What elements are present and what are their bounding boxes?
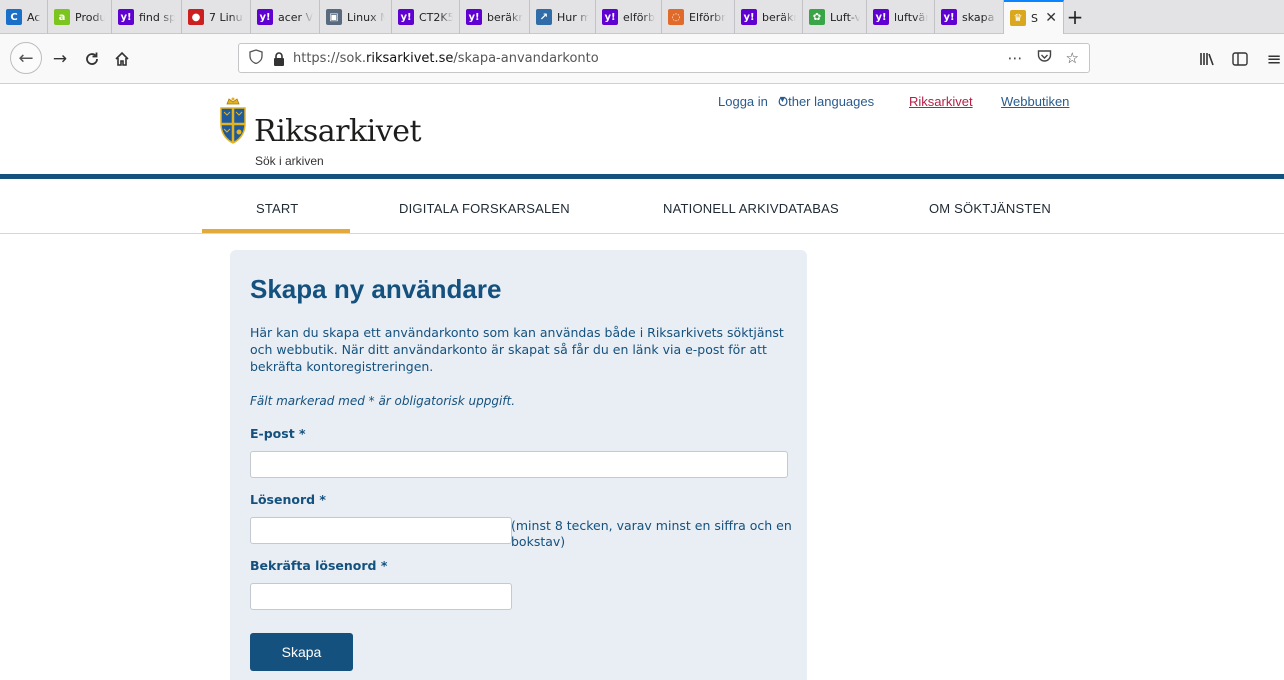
tab-favicon-icon: ◌ (668, 9, 684, 25)
browser-tab[interactable]: y! acer VA (251, 0, 320, 34)
menu-icon[interactable]: ≡ (1262, 47, 1284, 71)
nav-start[interactable]: START (256, 201, 298, 216)
site-logo-subtitle: Sök i arkiven (255, 154, 324, 168)
caret-down-icon: ▼ (778, 94, 787, 104)
url-bar[interactable]: https://sok.riksarkivet.se/skapa-anvanda… (238, 43, 1090, 73)
tab-favicon-icon: ✿ (809, 9, 825, 25)
browser-tab[interactable]: ✿ Luft-va (803, 0, 867, 34)
tab-title: Linux M (347, 10, 385, 24)
nav-om-soktjansten[interactable]: OM SÖKTJÄNSTEN (929, 201, 1051, 216)
password-hint: (minst 8 tecken, varav minst en siffra o… (511, 518, 792, 549)
browser-tab[interactable]: C Acer As (0, 0, 48, 34)
confirm-password-field[interactable] (250, 583, 512, 610)
reload-icon[interactable] (80, 47, 104, 71)
tab-title: acer VA (278, 10, 313, 24)
tab-title: beräkn (487, 10, 523, 24)
tab-favicon-icon: y! (941, 9, 957, 25)
tab-title: luftvär (894, 10, 928, 24)
browser-tab[interactable]: y! luftvär (867, 0, 935, 34)
tab-title: 7 Linux (209, 10, 244, 24)
site-header: Riksarkivet Sök i arkiven Logga in Other… (0, 84, 1284, 174)
tab-favicon-icon: y! (602, 9, 618, 25)
password-label: Lösenord * (250, 492, 326, 507)
main-navigation: START DIGITALA FORSKARSALEN NATIONELL AR… (0, 179, 1284, 234)
more-icon[interactable]: ⋯ (1008, 49, 1023, 67)
active-nav-indicator (202, 229, 350, 233)
library-icon[interactable] (1196, 47, 1220, 71)
pocket-icon[interactable] (1037, 49, 1052, 67)
browser-tab[interactable]: y! beräkn (735, 0, 803, 34)
site-logo-title[interactable]: Riksarkivet (254, 114, 422, 149)
tab-favicon-icon: y! (257, 9, 273, 25)
tab-title: elförbr (623, 10, 655, 24)
browser-tab[interactable]: ● 7 Linux (182, 0, 251, 34)
tab-title: Produk (75, 10, 105, 24)
submit-button[interactable]: Skapa (250, 633, 353, 671)
tab-title: CT2K51 (419, 10, 453, 24)
browser-tab-bar: C Acer As a Produk y! find sp ● 7 Linux y! acer V… (0, 0, 1284, 34)
tab-title: Acer As (27, 10, 41, 24)
tab-title: Hur my (557, 10, 589, 24)
browser-tab[interactable]: y! skapa k (935, 0, 1004, 34)
browser-toolbar: ← → https://sok.riksarkivet.se/skapa-anv… (0, 34, 1284, 84)
browser-tab[interactable]: y! find sp (112, 0, 182, 34)
browser-tab[interactable]: ↗ Hur my (530, 0, 596, 34)
browser-tab[interactable]: ♛ Skap ✕ (1004, 0, 1064, 34)
browser-tab[interactable]: ◌ Elförbr (662, 0, 735, 34)
forward-icon[interactable]: → (48, 47, 72, 71)
shield-icon[interactable] (249, 48, 263, 68)
tab-favicon-icon: y! (873, 9, 889, 25)
browser-tab[interactable]: y! CT2K51 (392, 0, 460, 34)
sidebar-icon[interactable] (1228, 47, 1252, 71)
email-label: E-post * (250, 426, 306, 441)
create-account-panel: Skapa ny användare Här kan du skapa ett … (230, 250, 807, 680)
page-title: Skapa ny användare (250, 274, 502, 304)
nav-digitala-forskarsalen[interactable]: DIGITALA FORSKARSALEN (399, 201, 570, 216)
lock-icon (273, 51, 285, 66)
tab-favicon-icon: ▣ (326, 9, 342, 25)
tab-title: find sp (139, 10, 175, 24)
url-text: https://sok.riksarkivet.se/skapa-anvanda… (293, 50, 599, 66)
new-tab-icon[interactable]: + (1064, 0, 1086, 33)
tab-favicon-icon: y! (398, 9, 414, 25)
tab-favicon-icon: ♛ (1010, 10, 1026, 26)
tab-favicon-icon: C (6, 9, 22, 25)
login-link[interactable]: Logga in (718, 94, 768, 109)
browser-tab[interactable]: y! elförbr (596, 0, 662, 34)
crest-logo-icon[interactable] (218, 96, 248, 146)
browser-tab[interactable]: y! beräkn (460, 0, 530, 34)
tab-title: Luft-va (830, 10, 860, 24)
confirm-password-label: Bekräfta lösenord * (250, 558, 388, 573)
tab-favicon-icon: y! (466, 9, 482, 25)
required-note: Fält markerad med * är obligatorisk uppg… (250, 394, 516, 408)
home-icon[interactable] (110, 47, 134, 71)
password-field[interactable] (250, 517, 512, 544)
webshop-link[interactable]: Webbutiken (1001, 94, 1069, 109)
tab-title: beräkn (762, 10, 796, 24)
browser-tab[interactable]: ▣ Linux M (320, 0, 392, 34)
tab-title: Skap (1031, 11, 1039, 25)
tab-favicon-icon: ● (188, 9, 204, 25)
nav-nationell-arkivdatabas[interactable]: NATIONELL ARKIVDATABAS (663, 201, 839, 216)
tab-favicon-icon: y! (741, 9, 757, 25)
back-icon[interactable]: ← (10, 42, 42, 74)
star-icon[interactable]: ☆ (1066, 49, 1079, 67)
tab-favicon-icon: a (54, 9, 70, 25)
riksarkivet-link[interactable]: Riksarkivet (909, 94, 973, 109)
tab-title: Elförbr (689, 10, 726, 24)
browser-tab[interactable]: a Produk (48, 0, 112, 34)
intro-text: Här kan du skapa ett användarkonto som k… (250, 325, 784, 374)
tab-title: skapa k (962, 10, 997, 24)
tab-favicon-icon: y! (118, 9, 134, 25)
close-tab-icon[interactable]: ✕ (1045, 10, 1057, 26)
tab-favicon-icon: ↗ (536, 9, 552, 25)
email-field[interactable] (250, 451, 788, 478)
